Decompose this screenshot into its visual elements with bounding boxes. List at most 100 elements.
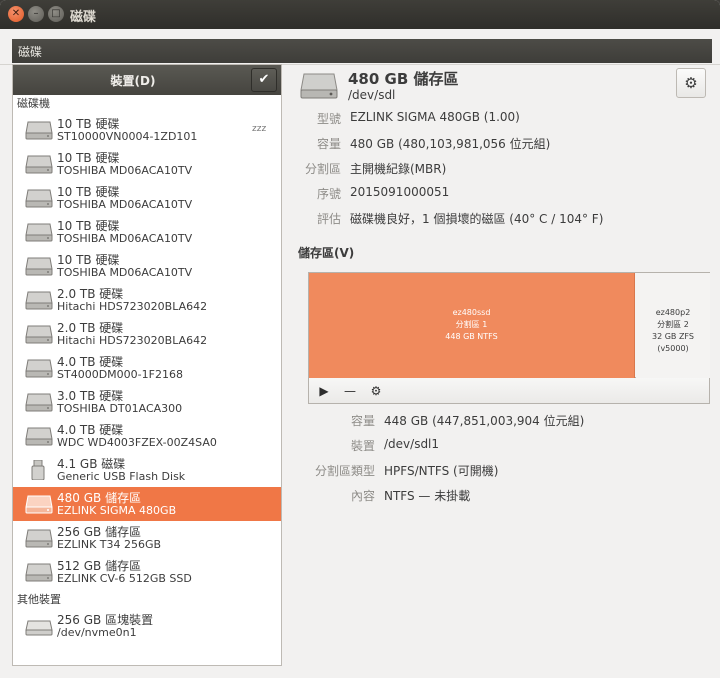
property-label: 分割區類型 (314, 464, 375, 478)
sidebar-item-drive[interactable]: 4.0 TB 硬碟 WDC WD4003FZEX-00Z4SA0 (13, 419, 281, 453)
drive-model: TOSHIBA MD06ACA10TV (57, 232, 193, 245)
window-title: 磁碟 (70, 10, 97, 25)
hard-disk-icon (25, 188, 53, 208)
drive-detail-panel: 480 GB 儲存區 /dev/sdl ⚙ 型號 EZLINK SIGMA 480… (282, 64, 720, 678)
sidebar-item-drive[interactable]: 10 TB 硬碟 TOSHIBA MD06ACA10TV (13, 215, 281, 249)
close-icon: ✕ (11, 8, 21, 19)
property-value: 主開機紀錄(MBR) (350, 162, 447, 176)
sidebar-item-drive[interactable]: 3.0 TB 硬碟 TOSHIBA DT01ACA300 (13, 385, 281, 419)
partition-2-name: ez480p2 (655, 308, 691, 317)
property-value: NTFS — 未掛載 (384, 489, 471, 503)
sidebar-item-drive[interactable]: 480 GB 儲存區 EZLINK SIGMA 480GB (13, 487, 281, 521)
minimize-icon: – (33, 8, 39, 19)
sidebar-item-drive[interactable]: 4.0 TB 硬碟 ST4000DM000-1F2168 (13, 351, 281, 385)
partition-2-label: 分割區 2 (657, 320, 689, 329)
header-bar: 磁碟 (0, 29, 720, 65)
property-label: 型號 (316, 112, 341, 126)
drive-model: Hitachi HDS723020BLA642 (57, 300, 208, 313)
volume-toolbar: ▶ — ⚙ (308, 378, 710, 404)
hard-disk-icon (25, 426, 53, 446)
partition-2-desc: 32 GB ZFS (v5000) (652, 332, 694, 353)
property-label: 容量 (316, 137, 341, 151)
sidebar-item-drive[interactable]: 10 TB 硬碟 TOSHIBA MD06ACA10TV (13, 147, 281, 181)
drive-model: EZLINK SIGMA 480GB (57, 504, 177, 517)
check-icon: ✔ (258, 72, 270, 87)
sidebar-item-drive[interactable]: 2.0 TB 硬碟 Hitachi HDS723020BLA642 (13, 283, 281, 317)
maximize-icon: □ (51, 8, 61, 19)
hard-disk-icon (25, 256, 53, 276)
partition-1-name: ez480ssd (452, 308, 491, 317)
property-label: 序號 (316, 187, 341, 201)
partition-options-button[interactable]: ⚙ (367, 382, 385, 400)
property-value: 磁碟機良好，1 個損壞的磁區 (40° C / 104° F) (350, 212, 604, 226)
drive-model: EZLINK CV-6 512GB SSD (57, 572, 192, 585)
property-label: 評估 (316, 212, 341, 226)
drive-model: TOSHIBA DT01ACA300 (57, 402, 183, 415)
drive-model: ST4000DM000-1F2168 (57, 368, 183, 381)
partition-1-block[interactable]: ez480ssd 分割區 1 448 GB NTFS (309, 273, 635, 378)
property-label: 容量 (350, 414, 375, 428)
hard-disk-icon (25, 222, 53, 242)
partition-2-block[interactable]: ez480p2 分割區 2 32 GB ZFS (v5000) (636, 273, 710, 378)
property-value: EZLINK SIGMA 480GB (1.00) (350, 110, 520, 124)
sidebar-item-drive[interactable]: 256 GB 區塊裝置/dev/nvme0n1 (13, 609, 281, 643)
drive-model: Generic USB Flash Disk (57, 470, 186, 483)
drive-device-path: /dev/sdl (348, 88, 396, 102)
title-bar: ✕ – □ 磁碟 (0, 0, 720, 29)
drive-options-button[interactable]: ⚙ (676, 68, 706, 98)
partition-1-label: 分割區 1 (455, 320, 488, 329)
drive-model: TOSHIBA MD06ACA10TV (57, 266, 193, 279)
drive-model: Hitachi HDS723020BLA642 (57, 334, 208, 347)
drive-model: WDC WD4003FZEX-00Z4SA0 (57, 436, 217, 449)
hard-disk-icon (25, 528, 53, 548)
delete-partition-button[interactable]: — (341, 382, 359, 400)
minimize-window-button[interactable]: – (28, 6, 44, 22)
property-value: 448 GB (447,851,003,904 位元組) (384, 414, 585, 428)
drive-title: 480 GB 儲存區 (348, 70, 459, 88)
drive-model: ST10000VN0004-1ZD101 (57, 130, 198, 143)
close-window-button[interactable]: ✕ (8, 6, 24, 22)
device-sidebar: 裝置(D) ✔ 磁碟機 10 TB 硬碟 ST10000VN0004-1ZD101… (12, 64, 282, 666)
drive-list: 10 TB 硬碟 ST10000VN0004-1ZD101 10 TB 硬碟 TOSH… (13, 113, 281, 589)
sidebar-item-drive[interactable]: 512 GB 儲存區 EZLINK CV-6 512GB SSD (13, 555, 281, 589)
drive-model: TOSHIBA MD06ACA10TV (57, 198, 193, 211)
disks-window: ✕ – □ 磁碟 磁碟 裝置(D) ✔ 磁碟機 10 TB 硬碟 ST10000V… (0, 0, 720, 678)
property-value: 2015091000051 (350, 185, 450, 199)
hard-disk-icon (25, 290, 53, 310)
hard-disk-icon (25, 358, 53, 378)
sidebar-item-drive[interactable]: 10 TB 硬碟 ST10000VN0004-1ZD101 (13, 113, 281, 147)
usb-drive-icon (25, 459, 53, 481)
sidebar-header: 裝置(D) ✔ (13, 65, 281, 95)
sidebar-item-drive[interactable]: 10 TB 硬碟 TOSHIBA MD06ACA10TV (13, 181, 281, 215)
property-value: 480 GB (480,103,981,056 位元組) (350, 137, 551, 151)
block-device-icon (25, 616, 53, 636)
other-device-list: 256 GB 區塊裝置/dev/nvme0n1 (13, 609, 281, 643)
maximize-window-button[interactable]: □ (48, 6, 64, 22)
hard-disk-icon (300, 73, 338, 99)
hard-disk-icon (25, 494, 53, 514)
mount-button[interactable]: ▶ (315, 382, 333, 400)
drive-model: /dev/nvme0n1 (57, 626, 137, 639)
hard-disk-icon (25, 392, 53, 412)
section-disk-drives: 磁碟機 (17, 97, 50, 110)
property-label: 裝置 (350, 439, 375, 453)
sidebar-item-drive[interactable]: 10 TB 硬碟 TOSHIBA MD06ACA10TV (13, 249, 281, 283)
hard-disk-icon (25, 562, 53, 582)
minus-icon: — (344, 384, 356, 398)
property-value: /dev/sdl1 (384, 437, 440, 451)
app-title: 磁碟 (12, 39, 712, 63)
hard-disk-icon (25, 120, 53, 140)
sidebar-item-drive[interactable]: 4.1 GB 磁碟 Generic USB Flash Disk (13, 453, 281, 487)
hard-disk-icon (25, 324, 53, 344)
hard-disk-icon (25, 154, 53, 174)
selection-mode-button[interactable]: ✔ (251, 68, 277, 92)
partition-1-desc: 448 GB NTFS (445, 332, 498, 341)
sidebar-item-drive[interactable]: 2.0 TB 硬碟 Hitachi HDS723020BLA642 (13, 317, 281, 351)
sleep-indicator-icon: zzz (252, 124, 267, 134)
gears-icon: ⚙ (370, 384, 382, 398)
play-icon: ▶ (319, 384, 329, 398)
drive-model: EZLINK T34 256GB (57, 538, 162, 551)
sidebar-item-drive[interactable]: 256 GB 儲存區 EZLINK T34 256GB (13, 521, 281, 555)
property-label: 內容 (350, 489, 375, 503)
gear-icon: ⚙ (684, 74, 698, 92)
